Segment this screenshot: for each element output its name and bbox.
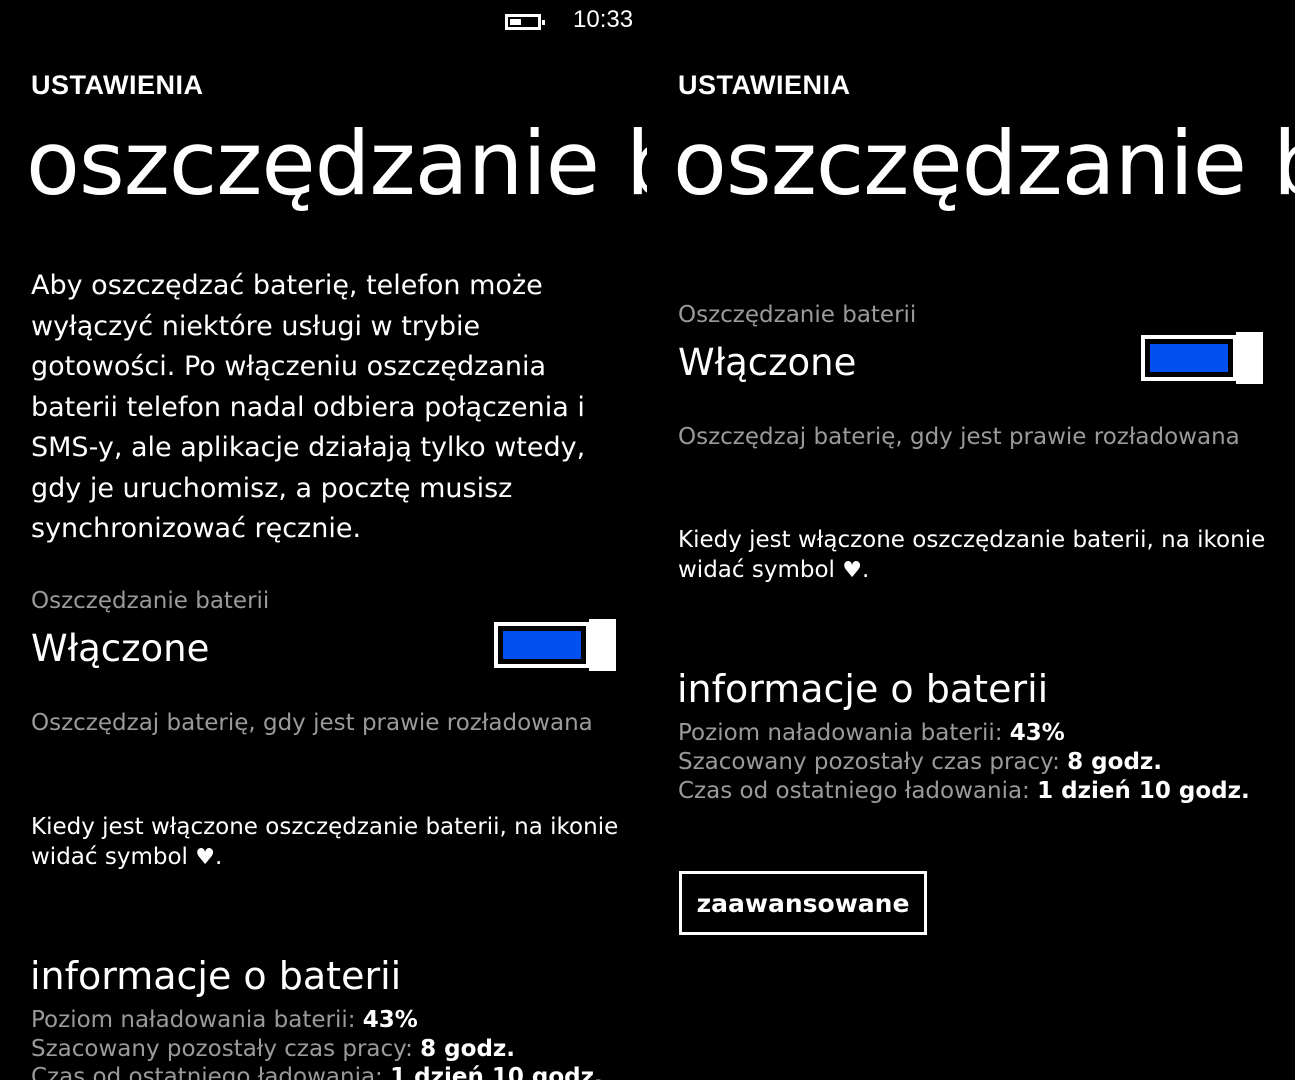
battery-info-title: informacje o baterii <box>677 667 1049 711</box>
since-charge-line: Czas od ostatniego ładowania: 1 dzień 10… <box>678 778 1250 804</box>
note-end: . <box>861 557 870 583</box>
toggle-thumb[interactable] <box>1236 332 1263 384</box>
note-text: Kiedy jest włączone oszczędzanie baterii… <box>678 527 1266 583</box>
page-title: oszczędzanie baterii <box>673 112 1295 215</box>
right-screen: USTAWIENIA oszczędzanie baterii Oszczędz… <box>647 0 1295 1080</box>
symbol-note: Kiedy jest włączone oszczędzanie baterii… <box>31 812 621 873</box>
charge-level-value: 43% <box>362 1007 418 1033</box>
battery-saver-toggle[interactable] <box>494 619 616 671</box>
app-title: USTAWIENIA <box>31 70 204 100</box>
heart-icon: ♥ <box>195 845 215 870</box>
battery-icon <box>505 14 545 30</box>
note-text: Kiedy jest włączone oszczędzanie baterii… <box>31 814 619 870</box>
toggle-on-fill <box>503 631 581 659</box>
toggle-header: Oszczędzanie baterii <box>31 588 270 614</box>
status-bar: 10:33 <box>503 6 643 36</box>
toggle-state-label: Włączone <box>678 341 857 384</box>
toggle-header: Oszczędzanie baterii <box>678 302 917 328</box>
toggle-track <box>494 622 590 668</box>
battery-saver-toggle[interactable] <box>1141 332 1263 384</box>
saver-option-text[interactable]: Oszczędzaj baterię, gdy jest prawie rozł… <box>31 710 593 736</box>
charge-level-line: Poziom naładowania baterii: 43% <box>31 1007 418 1033</box>
remaining-time-value: 8 godz. <box>1067 749 1163 775</box>
description-text: Aby oszczędzać baterię, telefon może wył… <box>31 270 586 544</box>
symbol-note: Kiedy jest włączone oszczędzanie baterii… <box>678 525 1268 586</box>
left-screen: 10:33 USTAWIENIA oszczędzanie baterii Ab… <box>0 0 648 1080</box>
toggle-thumb[interactable] <box>589 619 616 671</box>
toggle-on-fill <box>1150 344 1228 372</box>
remaining-time-line: Szacowany pozostały czas pracy: 8 godz. <box>678 749 1163 775</box>
app-title: USTAWIENIA <box>678 70 851 100</box>
since-charge-value: 1 dzień 10 godz. <box>390 1064 603 1080</box>
charge-level-line: Poziom naładowania baterii: 43% <box>678 720 1065 746</box>
remaining-time-value: 8 godz. <box>420 1036 516 1062</box>
since-charge-line: Czas od ostatniego ładowania: 1 dzień 10… <box>31 1063 603 1080</box>
advanced-button[interactable]: zaawansowane <box>679 871 927 935</box>
battery-fill <box>510 19 521 25</box>
heart-icon: ♥ <box>842 558 862 583</box>
remaining-time-line: Szacowany pozostały czas pracy: 8 godz. <box>31 1036 516 1062</box>
since-charge-value: 1 dzień 10 godz. <box>1037 778 1250 804</box>
page-title: oszczędzanie baterii <box>26 112 648 215</box>
charge-level-value: 43% <box>1009 720 1065 746</box>
toggle-track <box>1141 335 1237 381</box>
note-end: . <box>214 844 223 870</box>
clock: 10:33 <box>573 6 634 33</box>
toggle-state-label: Włączone <box>31 627 210 670</box>
battery-info-title: informacje o baterii <box>30 954 402 998</box>
saver-option-text[interactable]: Oszczędzaj baterię, gdy jest prawie rozł… <box>678 424 1240 450</box>
